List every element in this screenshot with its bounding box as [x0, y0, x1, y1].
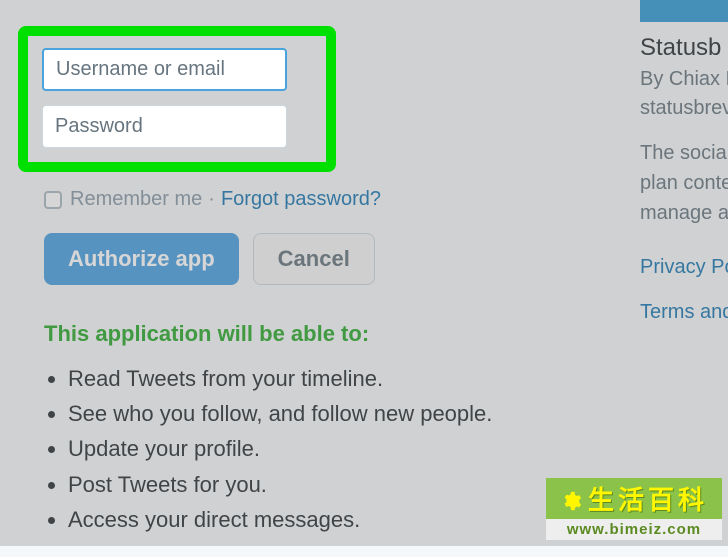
list-item: Access your direct messages. [68, 502, 600, 537]
permissions-list: Read Tweets from your timeline. See who … [68, 361, 600, 537]
watermark-url: www.bimeiz.com [546, 519, 722, 540]
app-domain: statusbrev [640, 97, 728, 120]
app-description: The social plan conte manage a [640, 138, 728, 228]
app-info-sidebar: Statusb By Chiax L statusbrev The social… [640, 0, 728, 346]
separator: · [208, 188, 215, 211]
cancel-label: Cancel [278, 246, 350, 272]
app-byline: By Chiax L [640, 68, 728, 91]
app-banner-image [640, 0, 728, 22]
username-input[interactable]: Username or email [42, 48, 287, 91]
permissions-title: This application will be able to: [44, 321, 600, 347]
privacy-link[interactable]: Privacy Po [640, 256, 728, 279]
watermark: 生活百科 www.bimeiz.com [546, 478, 722, 540]
remember-label: Remember me [70, 188, 202, 211]
terms-link[interactable]: Terms and [640, 301, 728, 324]
list-item: Read Tweets from your timeline. [68, 361, 600, 396]
app-title: Statusb [640, 34, 728, 62]
gear-icon [560, 488, 582, 510]
authorize-button[interactable]: Authorize app [44, 233, 239, 285]
list-item: Post Tweets for you. [68, 467, 600, 502]
watermark-text: 生活百科 [588, 480, 708, 517]
password-placeholder: Password [55, 115, 143, 138]
login-fields-highlight: Username or email Password [18, 26, 336, 172]
cancel-button[interactable]: Cancel [253, 233, 375, 285]
username-placeholder: Username or email [56, 58, 225, 81]
remember-checkbox[interactable] [44, 191, 62, 209]
list-item: See who you follow, and follow new peopl… [68, 396, 600, 431]
forgot-password-link[interactable]: Forgot password? [221, 188, 381, 211]
password-input[interactable]: Password [42, 105, 287, 148]
list-item: Update your profile. [68, 431, 600, 466]
authorize-label: Authorize app [68, 246, 215, 272]
